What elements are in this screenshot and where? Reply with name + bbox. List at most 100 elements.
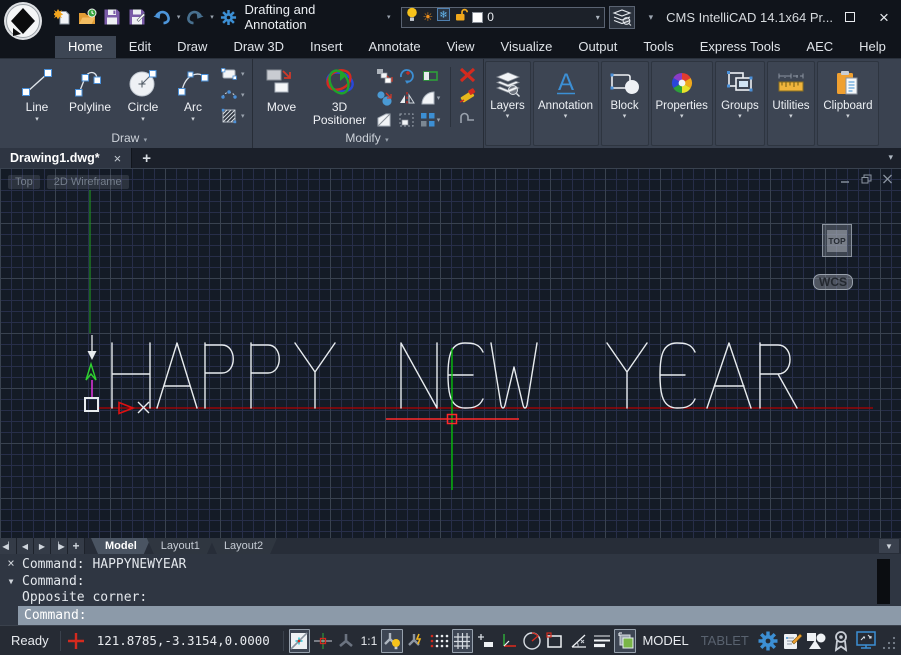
tab-view[interactable]: View: [434, 36, 488, 58]
tab-aec[interactable]: AEC: [793, 36, 846, 58]
model-space-button[interactable]: MODEL: [638, 633, 692, 648]
redo-dropdown-arrow[interactable]: ▾: [210, 13, 214, 21]
snap-dots-toggle[interactable]: [428, 629, 449, 653]
license-badge-button[interactable]: [831, 629, 852, 653]
layer-on-bulb-icon[interactable]: [406, 7, 418, 27]
hatch-icon[interactable]: [220, 108, 238, 124]
new-file-button[interactable]: [52, 6, 74, 28]
polyline-button[interactable]: Polyline: [64, 63, 116, 114]
layout-tab-model[interactable]: Model: [91, 538, 151, 554]
first-tab-button[interactable]: ◀▏: [0, 538, 17, 554]
align-dropdown-arrow[interactable]: ▾: [437, 116, 441, 124]
explode-icon[interactable]: [458, 88, 477, 106]
autosnap-marker-toggle[interactable]: [381, 629, 403, 653]
move-button[interactable]: Move: [259, 63, 305, 114]
command-input[interactable]: Command:: [18, 606, 901, 625]
rotate-icon[interactable]: [397, 68, 417, 84]
script-recorder-button[interactable]: [781, 629, 803, 653]
layout-tab-layout2[interactable]: Layout2: [210, 538, 277, 554]
shapes-filter-button[interactable]: [805, 629, 829, 653]
layout-tab-layout1[interactable]: Layout1: [147, 538, 214, 554]
document-tabs-dropdown-arrow[interactable]: ▾: [888, 152, 893, 163]
modify-panel-footer[interactable]: Modify ▾: [253, 131, 483, 148]
save-as-button[interactable]: [126, 6, 148, 28]
circle-button[interactable]: Circle ▾: [120, 63, 166, 123]
properties-group-button[interactable]: Properties ▾: [651, 61, 713, 146]
circle-dropdown-arrow[interactable]: ▾: [141, 115, 145, 123]
ellipse-dropdown-arrow[interactable]: ▾: [241, 91, 245, 99]
workspace-gear-icon[interactable]: [218, 6, 240, 28]
mirror-icon[interactable]: [397, 90, 417, 106]
undo-button[interactable]: [151, 6, 173, 28]
grid-toggle[interactable]: [452, 629, 473, 653]
annotation-group-button[interactable]: A Annotation ▾: [533, 61, 599, 146]
layer-combobox[interactable]: ☀ ❄ 0 ▾: [401, 7, 604, 28]
layer-lock-icon[interactable]: [454, 8, 468, 27]
copy-icon[interactable]: [375, 68, 395, 84]
rect-selection-toggle[interactable]: [545, 629, 566, 653]
join-icon[interactable]: [458, 110, 477, 126]
clean-screen-button[interactable]: [854, 629, 878, 653]
snap-toggle[interactable]: [475, 629, 496, 653]
resize-grip[interactable]: [882, 636, 896, 655]
next-tab-button[interactable]: ▶: [34, 538, 51, 554]
document-tab-drawing1[interactable]: Drawing1.dwg* ×: [0, 148, 132, 168]
draw-panel-footer[interactable]: Draw ▾: [8, 131, 252, 148]
command-expand-icon[interactable]: ▼: [9, 577, 14, 586]
workspace-dropdown-arrow[interactable]: ▾: [387, 13, 391, 21]
block-group-button[interactable]: Block ▾: [601, 61, 649, 146]
new-document-tab-button[interactable]: +: [132, 148, 161, 168]
align-icon[interactable]: ▾: [419, 112, 443, 128]
new-layout-button[interactable]: +: [68, 538, 85, 554]
rectangle-dropdown-arrow[interactable]: ▾: [241, 70, 245, 78]
tablet-button[interactable]: TABLET: [695, 633, 755, 648]
save-button[interactable]: [102, 6, 124, 28]
workspace-selector[interactable]: Drafting and Annotation: [245, 2, 380, 32]
tab-visualize[interactable]: Visualize: [488, 36, 566, 58]
line-button[interactable]: Line ▾: [14, 63, 60, 123]
layers-manager-button[interactable]: [609, 6, 635, 29]
erase-icon[interactable]: [458, 66, 477, 84]
fillet-icon[interactable]: ▾: [419, 90, 443, 106]
groups-group-button[interactable]: Groups ▾: [715, 61, 765, 146]
hatch-dropdown-arrow[interactable]: ▾: [241, 112, 245, 120]
otrack-toggle[interactable]: [312, 629, 333, 653]
ribbon-collapse-chevron[interactable]: ▾: [649, 12, 653, 23]
arc-button[interactable]: Arc ▾: [170, 63, 216, 123]
close-button[interactable]: ×: [867, 3, 901, 31]
command-window[interactable]: × ▼ Command: HAPPYNEWYEAR Command: Oppos…: [0, 554, 901, 625]
tab-home[interactable]: Home: [55, 36, 116, 58]
tab-draw3d[interactable]: Draw 3D: [220, 36, 297, 58]
layer-freeze-icon[interactable]: ❄: [437, 8, 450, 26]
arc-dropdown-arrow[interactable]: ▾: [191, 115, 195, 123]
esnap-toggle[interactable]: [289, 629, 310, 653]
maximize-button[interactable]: [833, 3, 867, 31]
document-tab-close-icon[interactable]: ×: [114, 151, 122, 166]
tab-edit[interactable]: Edit: [116, 36, 164, 58]
array-icon[interactable]: [397, 112, 417, 128]
chamfer-icon[interactable]: [375, 112, 395, 128]
redo-button[interactable]: [184, 6, 206, 28]
prev-tab-button[interactable]: ◀: [17, 538, 34, 554]
tab-help[interactable]: Help: [846, 36, 899, 58]
scale-icon[interactable]: [375, 90, 395, 106]
last-tab-button[interactable]: ▕▶: [51, 538, 68, 554]
layer-sun-icon[interactable]: ☀: [422, 10, 433, 24]
clipboard-group-button[interactable]: Clipboard ▾: [817, 61, 879, 146]
layout-bar-dropdown-arrow[interactable]: ▼: [879, 539, 899, 553]
layers-group-button[interactable]: Layers ▾: [485, 61, 531, 146]
polar-tracking-toggle[interactable]: [522, 629, 543, 653]
lineweight-toggle[interactable]: [591, 629, 612, 653]
angle-snap-toggle[interactable]: [568, 629, 589, 653]
fillet-dropdown-arrow[interactable]: ▾: [437, 94, 441, 102]
undo-dropdown-arrow[interactable]: ▾: [177, 13, 181, 21]
quick-snap-toggle[interactable]: [405, 629, 426, 653]
utilities-group-button[interactable]: Utilities ▾: [767, 61, 815, 146]
coordinates-display[interactable]: 121.8785,-3.3154,0.0000: [89, 633, 278, 648]
layer-color-swatch[interactable]: [472, 12, 483, 23]
ellipse-arc-icon[interactable]: [220, 87, 238, 103]
command-scrollbar[interactable]: [877, 559, 890, 604]
tab-tools[interactable]: Tools: [630, 36, 686, 58]
rectangle-icon[interactable]: [220, 66, 238, 82]
open-file-button[interactable]: [77, 6, 99, 28]
